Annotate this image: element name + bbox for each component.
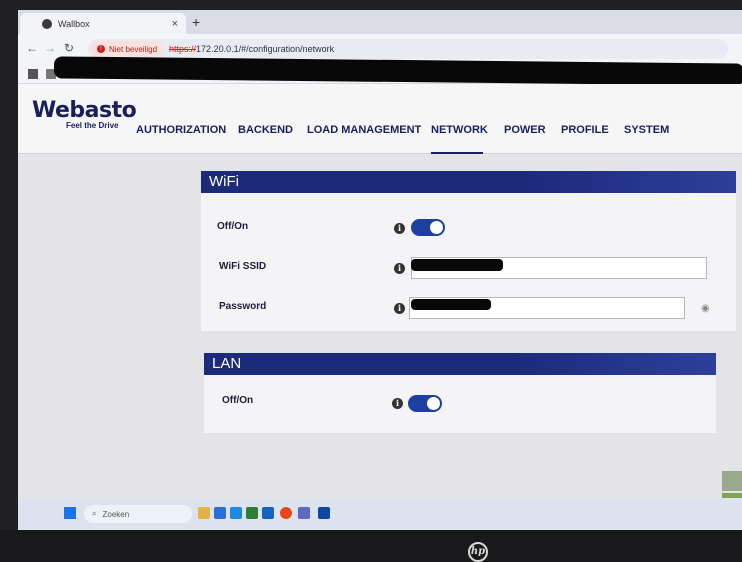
redaction-mark xyxy=(411,259,503,271)
taskbar-app-icon[interactable] xyxy=(214,507,226,519)
info-icon[interactable]: i xyxy=(394,303,405,314)
new-tab-button[interactable]: + xyxy=(192,14,200,30)
lan-toggle-label: Off/On xyxy=(222,395,254,406)
redaction-mark xyxy=(411,299,491,310)
lan-card-title: LAN xyxy=(204,353,716,375)
nav-network[interactable]: NETWORK xyxy=(431,124,488,136)
taskbar-search-placeholder: Zoeken xyxy=(102,509,130,519)
tab-close-icon[interactable]: × xyxy=(172,18,178,30)
info-icon[interactable]: i xyxy=(394,223,405,234)
wifi-toggle-label: Off/On xyxy=(217,221,249,232)
app-header: Webasto Feel the Drive AUTHORIZATION BAC… xyxy=(18,84,742,154)
nav-power[interactable]: POWER xyxy=(504,124,546,136)
main-content: WiFi Off/On i WiFi SSID i Password i ◉ L… xyxy=(18,155,742,513)
laptop-chin: hp xyxy=(0,530,742,562)
wifi-card-title: WiFi xyxy=(201,171,736,193)
logo-wordmark: Webasto xyxy=(32,98,137,123)
nav-system[interactable]: SYSTEM xyxy=(624,124,669,136)
password-label: Password xyxy=(219,301,267,312)
address-bar[interactable]: ! Niet beveiligd https:// 172.20.0.1/#/c… xyxy=(88,39,728,59)
bookmark-icon[interactable] xyxy=(28,69,38,79)
side-widget xyxy=(722,471,742,491)
lan-toggle[interactable] xyxy=(408,395,442,412)
reload-icon[interactable]: ↻ xyxy=(64,41,74,55)
hp-logo: hp xyxy=(468,542,488,562)
back-arrow-icon[interactable]: ← xyxy=(26,41,38,55)
nav-backend[interactable]: BACKEND xyxy=(238,124,293,136)
screen: ⌄ Wallbox × + ← → ↻ ! Niet beveiligd htt… xyxy=(18,10,742,530)
active-tab-indicator xyxy=(431,152,483,154)
security-label: Niet beveiligd xyxy=(109,44,158,54)
toggle-knob xyxy=(427,397,440,410)
forward-arrow-icon[interactable]: → xyxy=(44,41,56,55)
info-icon[interactable]: i xyxy=(392,398,403,409)
nav-load-management[interactable]: LOAD MANAGEMENT xyxy=(307,124,421,136)
url-protocol: https:// xyxy=(169,44,197,54)
taskbar-app-icon[interactable] xyxy=(262,507,274,519)
nav-authorization[interactable]: AUTHORIZATION xyxy=(136,124,226,136)
taskbar-app-icon[interactable] xyxy=(318,507,330,519)
security-badge[interactable]: ! Niet beveiligd xyxy=(91,41,164,57)
toggle-knob xyxy=(430,221,443,234)
taskbar-search[interactable]: ⌕ Zoeken xyxy=(84,505,192,523)
lan-card: LAN Off/On i xyxy=(204,353,716,433)
search-icon: ⌕ xyxy=(92,509,97,518)
warning-icon: ! xyxy=(97,45,105,53)
chrome-icon[interactable] xyxy=(280,507,292,519)
nav-profile[interactable]: PROFILE xyxy=(561,124,609,136)
eye-icon[interactable]: ◉ xyxy=(701,303,710,314)
wifi-toggle[interactable] xyxy=(411,219,445,236)
wifi-card: WiFi Off/On i WiFi SSID i Password i ◉ xyxy=(201,171,736,331)
file-explorer-icon[interactable] xyxy=(198,507,210,519)
tab-wallbox[interactable]: Wallbox × xyxy=(20,13,186,34)
taskbar-app-icon[interactable] xyxy=(298,507,310,519)
windows-taskbar: ⌕ Zoeken xyxy=(18,498,742,530)
tab-strip: ⌄ Wallbox × + xyxy=(18,10,742,34)
tab-title: Wallbox xyxy=(58,18,90,29)
taskbar-app-icon[interactable] xyxy=(246,507,258,519)
info-icon[interactable]: i xyxy=(394,263,405,274)
windows-start-icon[interactable] xyxy=(64,507,76,519)
wifi-ssid-label: WiFi SSID xyxy=(219,261,267,272)
taskbar-app-icon[interactable] xyxy=(230,507,242,519)
tab-favicon-icon xyxy=(42,18,52,29)
url-path: 172.20.0.1/#/configuration/network xyxy=(196,44,335,54)
webasto-logo[interactable]: Webasto Feel the Drive xyxy=(32,98,137,130)
